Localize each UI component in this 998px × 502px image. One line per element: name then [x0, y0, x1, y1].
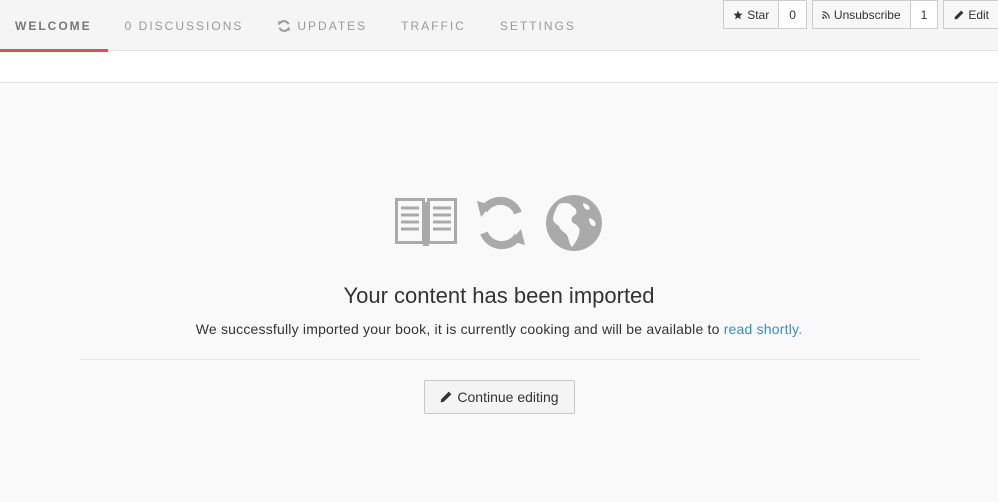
- star-group: Star 0: [723, 0, 807, 29]
- sync-icon: [473, 193, 529, 253]
- status-icons: [0, 193, 998, 253]
- rss-icon: [822, 10, 830, 19]
- tab-discussions[interactable]: 0 Discussions: [108, 0, 261, 51]
- unsubscribe-label: Unsubscribe: [833, 7, 901, 22]
- tab-label: Welcome: [15, 18, 92, 33]
- star-count-value: 0: [789, 7, 796, 22]
- star-count[interactable]: 0: [779, 0, 807, 29]
- tab-label: Settings: [499, 18, 576, 33]
- edit-label: Edit: [968, 7, 989, 22]
- tab-welcome[interactable]: Welcome: [0, 0, 108, 52]
- star-icon: [733, 10, 743, 20]
- pencil-icon: [954, 10, 964, 20]
- tab-label: Traffic: [401, 18, 466, 33]
- pencil-icon: [440, 391, 452, 403]
- divider: [80, 359, 920, 360]
- star-button[interactable]: Star: [723, 0, 780, 29]
- import-success-panel: Your content has been imported We succes…: [0, 82, 998, 502]
- subscribe-group: Unsubscribe 1: [811, 0, 939, 29]
- edit-button[interactable]: Edit: [943, 0, 998, 29]
- globe-icon: [545, 194, 603, 252]
- import-message: We successfully imported your book, it i…: [0, 321, 998, 337]
- refresh-icon: [277, 19, 291, 33]
- unsubscribe-button[interactable]: Unsubscribe: [811, 0, 911, 29]
- tab-settings[interactable]: Settings: [483, 0, 593, 51]
- star-label: Star: [747, 7, 770, 22]
- top-navigation-bar: Welcome 0 Discussions Updates Traffic Se…: [0, 0, 998, 52]
- tab-updates[interactable]: Updates: [260, 0, 384, 51]
- tab-list: Welcome 0 Discussions Updates Traffic Se…: [0, 0, 593, 52]
- tab-traffic[interactable]: Traffic: [384, 0, 483, 51]
- tab-label: 0 Discussions: [124, 18, 244, 33]
- read-link[interactable]: read shortly.: [724, 321, 803, 337]
- header-spacer: [0, 52, 998, 82]
- book-actions: Star 0 Unsubscribe 1 Edit: [723, 0, 998, 29]
- page-title: Your content has been imported: [343, 283, 655, 308]
- continue-label: Continue editing: [457, 389, 559, 405]
- continue-editing-button[interactable]: Continue editing: [424, 380, 575, 414]
- subscriber-count-value: 1: [920, 7, 928, 22]
- tab-label: Updates: [297, 18, 368, 33]
- subscriber-count[interactable]: 1: [910, 0, 939, 29]
- book-icon: [395, 198, 457, 248]
- message-text: We successfully imported your book, it i…: [195, 321, 724, 337]
